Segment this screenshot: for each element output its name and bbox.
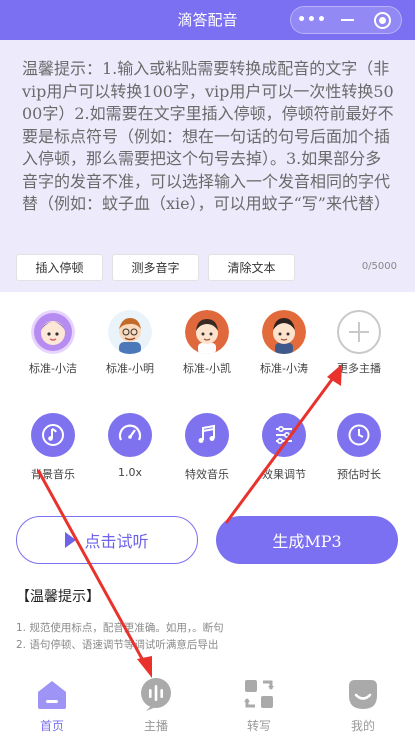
tab-label: 首页 <box>39 719 64 733</box>
male-avatar-icon <box>185 310 229 354</box>
tab-bar: 首页 主播 转写 我的 <box>0 668 415 737</box>
male-avatar-icon <box>262 310 306 354</box>
func-label: 1.0x <box>117 466 142 479</box>
anchor-label: 标准-小明 <box>106 362 154 375</box>
title-bar: 滴答配音 ••• <box>0 0 415 40</box>
tips-line: 1. 规范使用标点，配音更准确。如用，。断句 <box>16 622 224 634</box>
speedometer-icon <box>108 413 152 457</box>
polyphone-test-button[interactable]: 测多音字 <box>112 254 199 281</box>
generate-mp3-button[interactable]: 生成MP3 <box>216 516 398 564</box>
male-avatar-glasses-icon <box>108 310 152 354</box>
tab-label: 主播 <box>143 719 168 733</box>
tab-label: 我的 <box>350 719 375 733</box>
estimate-duration-button[interactable]: 预估时长 <box>327 413 391 482</box>
anchor-item[interactable]: 标准-小明 <box>98 310 162 376</box>
tab-anchor[interactable]: 主播 <box>126 676 186 734</box>
insert-pause-button[interactable]: 插入停顿 <box>16 254 103 281</box>
close-icon[interactable] <box>365 7 399 33</box>
more-dots-icon[interactable]: ••• <box>295 7 329 33</box>
notice-placeholder-text: 温馨提示：1.输入或粘贴需要转换成配音的文字（非vip用户可以转换100字，vi… <box>22 59 394 213</box>
func-label: 效果调节 <box>262 468 306 481</box>
func-label: 预估时长 <box>337 468 381 481</box>
tab-home[interactable]: 首页 <box>22 676 82 734</box>
func-label: 背景音乐 <box>31 468 75 481</box>
anchor-label: 更多主播 <box>337 362 381 375</box>
tab-label: 转写 <box>246 719 271 733</box>
listen-button-label: 点击试听 <box>84 532 149 551</box>
tab-transcribe[interactable]: 转写 <box>229 676 289 734</box>
minimize-icon[interactable] <box>330 7 364 33</box>
play-icon <box>65 532 77 548</box>
anchor-item[interactable]: 标准-小凯 <box>175 310 239 376</box>
tips-title: 【温馨提示】 <box>16 589 100 605</box>
char-count: 0/5000 <box>361 261 397 272</box>
female-avatar-icon <box>31 310 75 354</box>
anchor-label: 标准-小洁 <box>29 362 77 375</box>
double-note-icon <box>185 413 229 457</box>
speed-button[interactable]: 1.0x <box>98 413 162 479</box>
effect-music-button[interactable]: 特效音乐 <box>175 413 239 482</box>
text-input-area[interactable]: 滴答配音 ••• 温馨提示：1.输入或粘贴需要转换成配音的文字（非vip用户可以… <box>0 0 415 292</box>
background-music-button[interactable]: 背景音乐 <box>21 413 85 482</box>
anchor-label: 标准-小涛 <box>260 362 308 375</box>
home-icon <box>34 676 70 712</box>
smile-face-icon <box>345 676 381 712</box>
clear-text-button[interactable]: 清除文本 <box>208 254 295 281</box>
clock-icon <box>337 413 381 457</box>
voice-bubble-icon <box>138 676 174 712</box>
plus-circle-icon <box>337 310 381 354</box>
listen-button[interactable]: 点击试听 <box>16 516 198 564</box>
tips-line: 2. 语句停顿、语速调节等调试听满意后导出 <box>16 639 219 651</box>
convert-icon <box>241 676 277 712</box>
music-note-icon <box>31 413 75 457</box>
anchor-item[interactable]: 标准-小洁 <box>21 310 85 376</box>
func-label: 特效音乐 <box>185 468 229 481</box>
more-anchors-button[interactable]: 更多主播 <box>327 310 391 376</box>
window-capsule: ••• <box>290 6 402 34</box>
effect-adjust-button[interactable]: 效果调节 <box>252 413 316 482</box>
equalizer-icon <box>262 413 306 457</box>
anchor-label: 标准-小凯 <box>183 362 231 375</box>
tab-mine[interactable]: 我的 <box>333 676 393 734</box>
anchor-item[interactable]: 标准-小涛 <box>252 310 316 376</box>
